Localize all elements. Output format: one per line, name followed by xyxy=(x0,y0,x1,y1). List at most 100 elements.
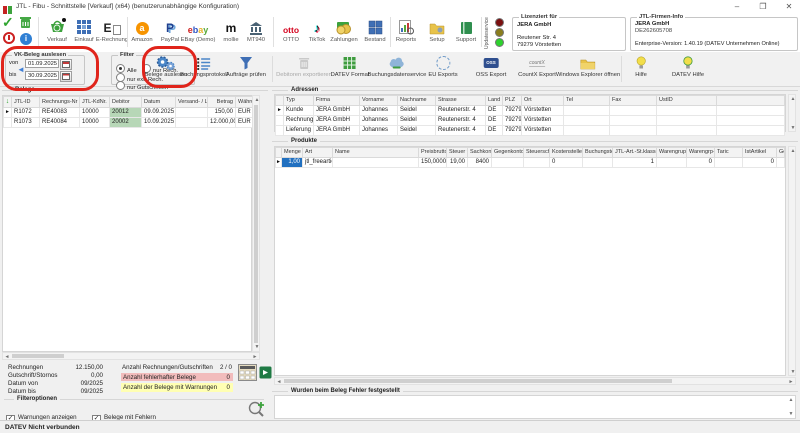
column-header[interactable]: Versand- / Leistu xyxy=(176,97,208,108)
datev-table-icon xyxy=(343,55,357,71)
scroll-down-icon[interactable]: ▼ xyxy=(789,124,797,132)
cell-betrag: 12.000,00 xyxy=(208,118,236,128)
power-off-icon[interactable] xyxy=(3,32,15,44)
scroll-up-icon[interactable]: ▲ xyxy=(789,147,797,155)
column-header[interactable]: Warengrupp xyxy=(657,148,687,158)
buchungsprotokoll-button[interactable]: Buchungsprotokoll xyxy=(180,55,228,78)
column-header[interactable]: Ort xyxy=(522,96,564,106)
column-header[interactable]: Menge xyxy=(282,148,303,158)
calendar-button-to[interactable] xyxy=(60,71,72,82)
scroll-up-icon[interactable]: ▲ xyxy=(253,96,261,104)
close-button[interactable]: ✕ xyxy=(778,0,800,13)
date-from-input[interactable]: 01.09.2025 xyxy=(25,59,59,68)
column-header[interactable]: Art xyxy=(303,148,333,158)
scroll-right-icon[interactable]: ► xyxy=(787,378,795,386)
column-header[interactable]: Typ xyxy=(284,96,314,106)
scroll-left-icon[interactable]: ◄ xyxy=(3,353,11,361)
scroll-thumb[interactable] xyxy=(254,105,258,343)
column-header[interactable]: Fax xyxy=(610,96,657,106)
cell-land: DE xyxy=(486,106,503,116)
oss-export-button[interactable]: OSS OSS Export xyxy=(476,55,507,78)
column-header[interactable]: Preisbrutto xyxy=(419,148,447,158)
column-header[interactable]: Rechnungs-Nr xyxy=(40,97,80,108)
adressen-row-lieferung[interactable]: Lieferung JERA GmbH Johannes Seidel Reut… xyxy=(276,126,785,136)
excel-export-icon[interactable] xyxy=(259,366,272,384)
scroll-up-icon[interactable]: ▲ xyxy=(789,95,797,103)
row-marker xyxy=(276,116,284,126)
info-icon[interactable]: i xyxy=(20,33,32,45)
auftraege-pruefen-button[interactable]: Aufträge prüfen xyxy=(226,55,266,78)
adressen-row-kunde[interactable]: ► Kunde JERA GmbH Johannes Seidel Reuten… xyxy=(276,106,785,116)
scroll-down-icon[interactable]: ▼ xyxy=(253,343,261,351)
column-header[interactable]: Betrag xyxy=(208,97,236,108)
column-header[interactable]: UstID xyxy=(657,96,717,106)
toolbar-item-support[interactable]: Support xyxy=(446,16,486,43)
countx-export-button[interactable]: countX CountX Export xyxy=(518,55,556,78)
column-header[interactable]: IstArtikel xyxy=(743,148,777,158)
produkte-hscrollbar[interactable]: ◄ ► xyxy=(274,377,796,385)
prev-period-icon[interactable]: ◄ xyxy=(17,66,25,74)
column-header[interactable]: Nachname xyxy=(398,96,436,106)
column-header[interactable]: Land xyxy=(486,96,503,106)
cell-art: jtl_freearticle xyxy=(303,158,333,168)
column-header[interactable]: Steuer % xyxy=(447,148,468,158)
datev-hilfe-button[interactable]: DATEV Hilfe xyxy=(672,55,704,78)
column-header[interactable]: Gewic xyxy=(777,148,785,158)
hilfe-button[interactable]: Hilfe xyxy=(635,55,647,78)
scroll-down-icon[interactable]: ▼ xyxy=(789,368,797,376)
belege-row-2[interactable]: R1073 RE40084 10000 20002 10.09.2025 12.… xyxy=(4,118,254,128)
column-header[interactable]: JTL-KdNr. xyxy=(80,97,110,108)
adressen-header-row: Typ Firma Vorname Nachname Strasse Land … xyxy=(276,96,785,106)
column-header[interactable]: Warengrp-N xyxy=(687,148,715,158)
column-header[interactable]: Kostenstelle 1 xyxy=(550,148,583,158)
column-header[interactable]: Strasse xyxy=(436,96,486,106)
restore-button[interactable]: ❐ xyxy=(752,0,774,13)
column-header[interactable]: PLZ xyxy=(503,96,522,106)
column-header[interactable]: Name xyxy=(333,148,419,158)
sort-column-header[interactable]: ↓ xyxy=(4,97,12,108)
column-header[interactable]: Firma xyxy=(314,96,360,106)
confirm-icon[interactable]: ✓ xyxy=(2,15,17,30)
column-header[interactable]: Tel xyxy=(564,96,610,106)
column-header[interactable]: Vorname xyxy=(360,96,398,106)
calculator-icon[interactable] xyxy=(238,364,257,386)
eu-exports-button[interactable]: EU Exports xyxy=(428,55,457,78)
datev-format-button[interactable]: DATEV Format xyxy=(331,55,370,78)
windows-explorer-button[interactable]: Windows Explorer öffnen xyxy=(556,55,620,78)
scroll-left-icon[interactable]: ◄ xyxy=(275,378,283,386)
produkte-vscrollbar[interactable]: ▲ ▼ xyxy=(788,146,796,376)
scroll-up-icon[interactable]: ▲ xyxy=(787,396,795,404)
scroll-thumb[interactable] xyxy=(12,354,64,358)
produkte-row-1[interactable]: ► 1,00 jtl_freearticle 150,0000 19,00 84… xyxy=(276,158,785,168)
column-header[interactable]: Währung xyxy=(236,97,254,108)
buchungsdatenservice-button[interactable]: Buchungsdatenservice xyxy=(368,55,427,78)
column-header[interactable]: Buchungstext xyxy=(583,148,613,158)
scroll-down-icon[interactable]: ▼ xyxy=(787,410,795,418)
radio-nur-gutschriften[interactable]: nur Gutschriften xyxy=(116,76,168,94)
column-header[interactable]: JTL-Art.-St.klasse xyxy=(613,148,657,158)
adressen-vscrollbar[interactable]: ▲ ▼ xyxy=(788,94,796,132)
calendar-button-from[interactable] xyxy=(60,59,72,70)
scroll-right-icon[interactable]: ► xyxy=(251,353,259,361)
firm-info-groupbox: JTL-Firmen-Info JERA GmbH DE262605708 En… xyxy=(630,17,798,51)
anzahl-rg-label: Anzahl Rechnungen/Gutschriften xyxy=(122,364,213,371)
belege-hscrollbar[interactable]: ◄ ► xyxy=(2,352,260,360)
date-to-input[interactable]: 30.09.2025 xyxy=(25,71,59,80)
recycle-bin-icon[interactable] xyxy=(19,16,32,34)
column-header[interactable]: JTL-ID xyxy=(12,97,40,108)
action-label: OSS Export xyxy=(476,72,507,78)
cell-datum: 10.09.2025 xyxy=(142,118,176,128)
column-header[interactable]: Gegenkonto xyxy=(492,148,524,158)
column-header[interactable]: Sachkonto xyxy=(468,148,492,158)
column-header[interactable]: Taric xyxy=(715,148,743,158)
belege-vscrollbar[interactable]: ▲ ▼ xyxy=(252,95,260,352)
column-header[interactable]: Debitor xyxy=(110,97,142,108)
scroll-thumb[interactable] xyxy=(284,379,672,383)
fehler-textarea[interactable]: ▲ ▼ xyxy=(274,395,796,419)
column-header[interactable]: Datum xyxy=(142,97,176,108)
minimize-button[interactable]: – xyxy=(726,0,748,13)
toolbar-item-mt940[interactable]: MT940 xyxy=(236,16,276,43)
belege-row-1[interactable]: ► R1072 RE40083 10000 20012 09.09.2025 1… xyxy=(4,108,254,118)
column-header[interactable]: Steuerschl. xyxy=(524,148,550,158)
adressen-row-rechnung[interactable]: Rechnung JERA GmbH Johannes Seidel Reute… xyxy=(276,116,785,126)
